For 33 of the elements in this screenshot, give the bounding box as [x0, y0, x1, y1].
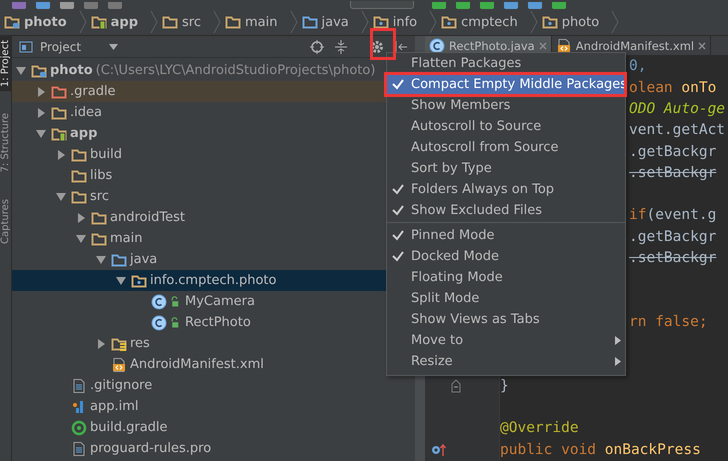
- tree-item-label: .gitignore: [90, 378, 152, 393]
- tree-item-label: info.cmptech.photo: [150, 273, 276, 288]
- tree-item-label: app.iml: [90, 399, 138, 414]
- code-line: .setBackgr: [629, 249, 716, 268]
- code-line: @Override: [500, 419, 579, 438]
- tree-item-label: java: [130, 252, 158, 267]
- code-line: .setBackgr: [629, 164, 716, 183]
- tree-item-label: RectPhoto: [185, 315, 251, 330]
- project-path: (C:\Users\LYC\AndroidStudioProjects\photo): [96, 63, 376, 78]
- tree-item-label: photo: [50, 63, 93, 78]
- tree-item-label: app: [70, 126, 98, 141]
- tree-item-label: main: [110, 231, 142, 246]
- code-line: olean onTo: [629, 78, 716, 98]
- tree-item-label: MyCamera: [185, 294, 255, 309]
- code-line: rn false;: [629, 312, 708, 332]
- code-line: vent.getAct: [629, 121, 726, 140]
- code-line: if(event.g: [629, 206, 716, 226]
- tree-item-label: AndroidManifest.xml: [130, 357, 264, 372]
- tree-item-label: src: [90, 189, 109, 204]
- code-line: 0,: [629, 57, 646, 76]
- tree-item-label: build: [90, 147, 122, 162]
- tree-item-label: .gradle: [70, 84, 116, 99]
- code-line: .getBackgr: [629, 142, 716, 162]
- code-line: public void onBackPress: [500, 440, 701, 460]
- code-line: }: [500, 376, 509, 396]
- tree-item-label: androidTest: [110, 210, 185, 225]
- tree-item-label: libs: [90, 168, 112, 183]
- code-line: .getBackgr: [629, 228, 716, 247]
- code-line: ODO Auto-ge: [629, 100, 726, 119]
- tree-item-label: .idea: [70, 105, 102, 120]
- tree-item-label: res: [130, 336, 150, 351]
- tree-item-label: build.gradle: [90, 420, 168, 435]
- tree-item-label: proguard-rules.pro: [90, 441, 212, 456]
